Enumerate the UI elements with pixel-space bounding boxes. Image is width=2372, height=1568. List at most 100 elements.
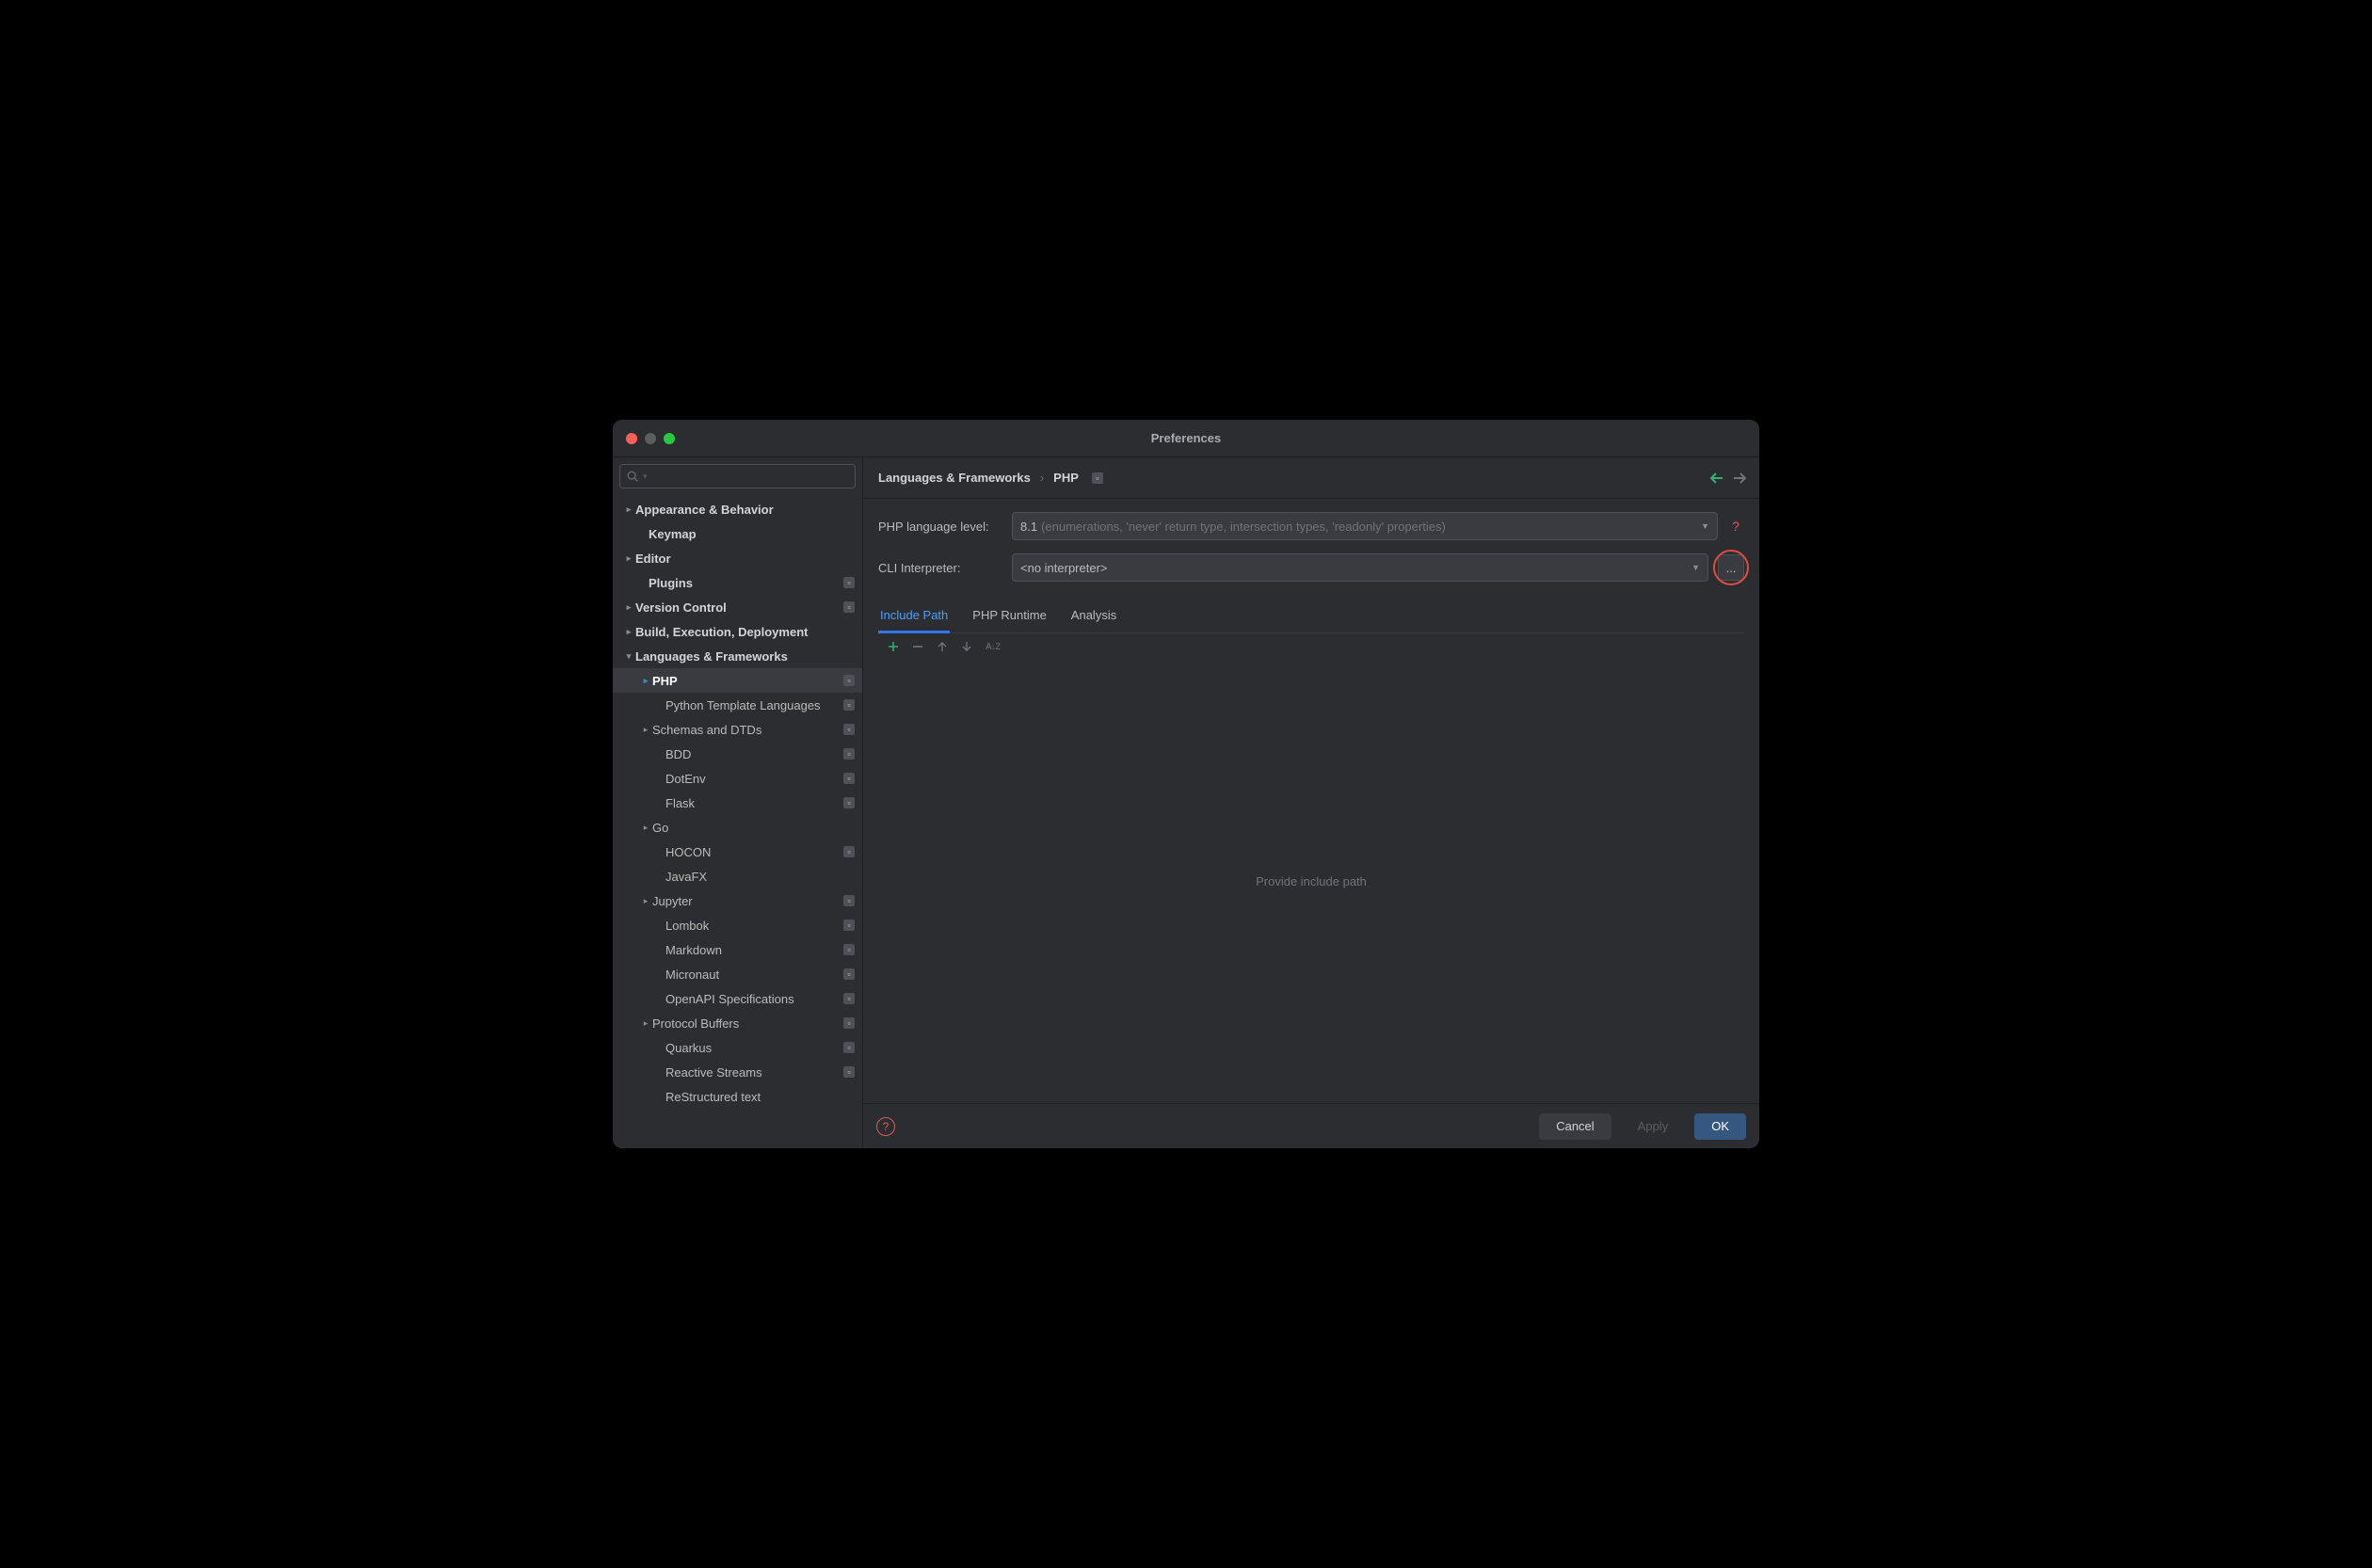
php-language-level-select[interactable]: 8.1 (enumerations, 'never' return type, … [1012, 512, 1718, 540]
nav-back-button[interactable] [1710, 472, 1723, 484]
cli-interpreter-value: <no interpreter> [1020, 561, 1108, 575]
project-badge-icon: ▫ [1092, 472, 1103, 484]
sidebar-item-schemas-and-dtds[interactable]: ▸Schemas and DTDs▫ [613, 717, 862, 742]
sidebar-item-label: Jupyter [652, 894, 843, 908]
php-language-level-label: PHP language level: [878, 520, 1002, 534]
sidebar-item-label: BDD [665, 747, 843, 761]
tab-analysis[interactable]: Analysis [1069, 600, 1118, 632]
sidebar-item-label: ReStructured text [665, 1090, 855, 1104]
php-language-level-row: PHP language level: 8.1 (enumerations, '… [878, 512, 1744, 540]
nav-forward-button[interactable] [1733, 472, 1746, 484]
sidebar-item-appearance-behavior[interactable]: ▸Appearance & Behavior [613, 497, 862, 521]
sidebar-item-openapi-specifications[interactable]: OpenAPI Specifications▫ [613, 986, 862, 1011]
project-badge-icon: ▫ [843, 601, 855, 613]
sidebar-item-dotenv[interactable]: DotEnv▫ [613, 766, 862, 791]
sidebar-item-hocon[interactable]: HOCON▫ [613, 840, 862, 864]
php-language-level-hint: (enumerations, 'never' return type, inte… [1041, 520, 1446, 534]
sidebar-item-lombok[interactable]: Lombok▫ [613, 913, 862, 937]
sidebar-item-label: Languages & Frameworks [635, 649, 855, 664]
sidebar-item-label: OpenAPI Specifications [665, 992, 843, 1006]
remove-button[interactable] [912, 641, 923, 652]
project-badge-icon: ▫ [843, 797, 855, 808]
sidebar-item-label: Quarkus [665, 1041, 843, 1055]
project-badge-icon: ▫ [843, 895, 855, 906]
tab-include-path[interactable]: Include Path [878, 600, 950, 633]
breadcrumb-separator: › [1040, 471, 1044, 485]
sidebar-item-plugins[interactable]: Plugins▫ [613, 570, 862, 595]
project-badge-icon: ▫ [843, 748, 855, 760]
cli-interpreter-browse-button[interactable]: ... [1718, 554, 1744, 581]
help-button[interactable]: ? [876, 1117, 895, 1136]
chevron-right-icon: ▸ [622, 602, 635, 613]
search-input[interactable]: ▾ [619, 464, 856, 488]
php-tabs: Include Path PHP Runtime Analysis [878, 600, 1744, 633]
chevron-down-icon: ▼ [1691, 563, 1700, 572]
sidebar-item-quarkus[interactable]: Quarkus▫ [613, 1035, 862, 1060]
sidebar-item-version-control[interactable]: ▸Version Control▫ [613, 595, 862, 619]
sidebar-item-restructured-text[interactable]: ReStructured text [613, 1084, 862, 1109]
project-badge-icon: ▫ [843, 968, 855, 980]
preferences-window: Preferences ▾ ▸Appearance & Behavior Keym… [613, 420, 1759, 1148]
breadcrumb-root[interactable]: Languages & Frameworks [878, 471, 1031, 485]
chevron-right-icon: ▸ [639, 823, 652, 833]
sidebar-item-label: Markdown [665, 943, 843, 957]
chevron-right-icon: ▸ [622, 553, 635, 564]
sidebar-item-php[interactable]: ▸PHP▫ [613, 668, 862, 693]
titlebar: Preferences [613, 420, 1759, 457]
sidebar-item-label: Python Template Languages [665, 698, 843, 712]
settings-tree: ▸Appearance & BehaviorKeymap▸EditorPlugi… [613, 494, 862, 1148]
sidebar-item-label: Reactive Streams [665, 1065, 843, 1080]
project-badge-icon: ▫ [843, 773, 855, 784]
sidebar-item-label: Build, Execution, Deployment [635, 625, 855, 639]
sidebar-item-jupyter[interactable]: ▸Jupyter▫ [613, 888, 862, 913]
sidebar-item-label: HOCON [665, 845, 843, 859]
sidebar-item-go[interactable]: ▸Go [613, 815, 862, 840]
include-path-empty-text: Provide include path [878, 660, 1744, 1103]
sidebar-item-label: Keymap [649, 527, 855, 541]
sidebar-item-build-execution-deployment[interactable]: ▸Build, Execution, Deployment [613, 619, 862, 644]
ok-button[interactable]: OK [1694, 1113, 1746, 1140]
sidebar-item-javafx[interactable]: JavaFX [613, 864, 862, 888]
sidebar-item-reactive-streams[interactable]: Reactive Streams▫ [613, 1060, 862, 1084]
window-title: Preferences [613, 431, 1759, 445]
chevron-right-icon: ▸ [622, 504, 635, 515]
project-badge-icon: ▫ [843, 724, 855, 735]
sidebar-item-markdown[interactable]: Markdown▫ [613, 937, 862, 962]
sidebar-item-micronaut[interactable]: Micronaut▫ [613, 962, 862, 986]
sidebar-item-python-template-languages[interactable]: Python Template Languages▫ [613, 693, 862, 717]
sidebar-item-label: Plugins [649, 576, 843, 590]
sidebar-item-label: Micronaut [665, 968, 843, 982]
project-badge-icon: ▫ [843, 1017, 855, 1029]
add-button[interactable] [888, 641, 899, 652]
cli-interpreter-select[interactable]: <no interpreter> ▼ [1012, 553, 1708, 582]
sidebar-item-label: Protocol Buffers [652, 1016, 843, 1031]
sidebar-item-label: Editor [635, 552, 855, 566]
move-up-button[interactable] [937, 641, 948, 652]
search-icon [626, 470, 639, 483]
project-badge-icon: ▫ [843, 675, 855, 686]
sidebar-item-languages-frameworks[interactable]: ▾Languages & Frameworks [613, 644, 862, 668]
sidebar-item-editor[interactable]: ▸Editor [613, 546, 862, 570]
help-icon[interactable]: ? [1727, 519, 1744, 534]
move-down-button[interactable] [961, 641, 972, 652]
chevron-right-icon: ▸ [639, 725, 652, 735]
sort-button[interactable]: A↓Z [986, 642, 1001, 652]
chevron-down-icon: ▼ [1701, 521, 1709, 531]
include-path-toolbar: A↓Z [878, 633, 1744, 660]
project-badge-icon: ▫ [843, 1042, 855, 1053]
main-panel: Languages & Frameworks › PHP ▫ PHP lang [863, 457, 1759, 1148]
sidebar-item-label: JavaFX [665, 870, 855, 884]
sidebar-item-label: Flask [665, 796, 843, 810]
sidebar-item-flask[interactable]: Flask▫ [613, 791, 862, 815]
sidebar-item-keymap[interactable]: Keymap [613, 521, 862, 546]
apply-button[interactable]: Apply [1621, 1113, 1686, 1140]
cancel-button[interactable]: Cancel [1539, 1113, 1611, 1140]
project-badge-icon: ▫ [843, 920, 855, 931]
sidebar: ▾ ▸Appearance & BehaviorKeymap▸EditorPlu… [613, 457, 863, 1148]
sidebar-item-bdd[interactable]: BDD▫ [613, 742, 862, 766]
project-badge-icon: ▫ [843, 846, 855, 857]
chevron-down-icon: ▾ [622, 651, 635, 662]
project-badge-icon: ▫ [843, 699, 855, 711]
sidebar-item-protocol-buffers[interactable]: ▸Protocol Buffers▫ [613, 1011, 862, 1035]
tab-php-runtime[interactable]: PHP Runtime [970, 600, 1049, 632]
